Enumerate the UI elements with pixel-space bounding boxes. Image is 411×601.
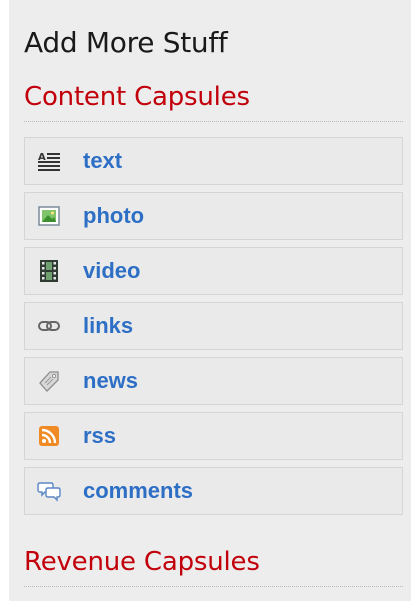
capsule-label-video: video xyxy=(83,258,141,283)
panel-heading: Add More Stuff xyxy=(24,26,228,59)
revenue-capsules-divider xyxy=(24,586,403,587)
capsule-label-photo: photo xyxy=(83,203,145,228)
link-icon xyxy=(37,314,61,338)
comments-icon xyxy=(37,479,61,503)
add-more-stuff-panel: Add More Stuff Content Capsules A text p… xyxy=(9,0,411,601)
capsule-item-text[interactable]: A text xyxy=(24,137,403,185)
content-capsules-title: Content Capsules xyxy=(24,82,250,112)
capsule-item-rss[interactable]: rss xyxy=(24,412,403,460)
text-icon: A xyxy=(37,149,61,173)
capsule-item-comments[interactable]: comments xyxy=(24,467,403,515)
content-capsules-list: A text photo video links news rss commen… xyxy=(24,137,403,515)
photo-icon xyxy=(37,204,61,228)
news-tag-icon xyxy=(37,369,61,393)
capsule-label-comments: comments xyxy=(83,478,194,503)
capsule-item-links[interactable]: links xyxy=(24,302,403,350)
rss-icon xyxy=(37,424,61,448)
capsule-label-rss: rss xyxy=(83,423,117,448)
capsule-item-video[interactable]: video xyxy=(24,247,403,295)
content-capsules-divider xyxy=(24,121,403,122)
video-icon xyxy=(37,259,61,283)
capsule-label-text: text xyxy=(83,148,123,173)
capsule-label-news: news xyxy=(83,368,139,393)
capsule-label-links: links xyxy=(83,313,134,338)
capsule-item-photo[interactable]: photo xyxy=(24,192,403,240)
capsule-item-news[interactable]: news xyxy=(24,357,403,405)
revenue-capsules-title: Revenue Capsules xyxy=(24,547,260,577)
